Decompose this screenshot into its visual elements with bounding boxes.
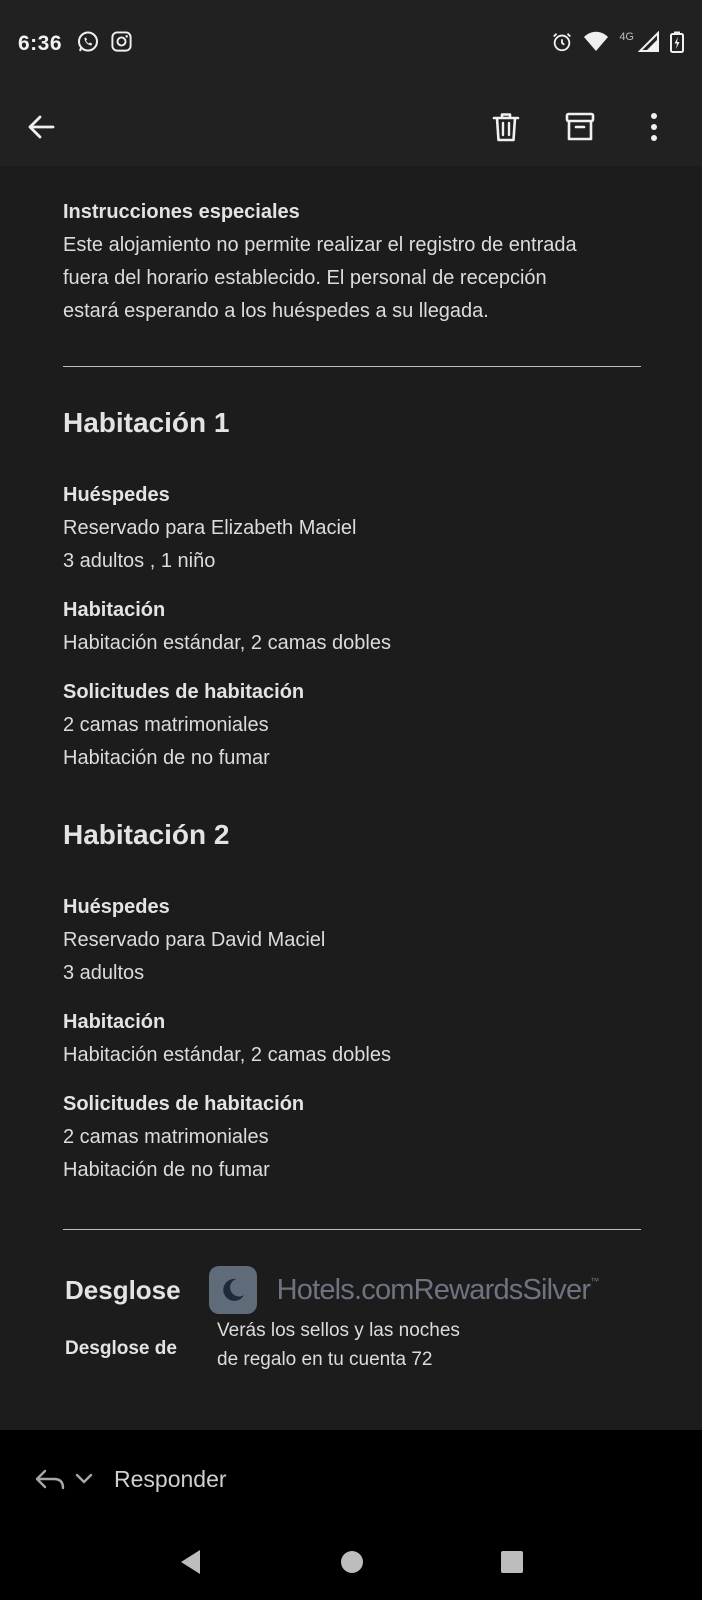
back-button[interactable]: [16, 101, 68, 153]
archive-button[interactable]: [554, 101, 606, 153]
room-type-block: Habitación Habitación estándar, 2 camas …: [63, 594, 641, 660]
recents-square-icon[interactable]: [500, 1550, 524, 1579]
signal-icon: [637, 30, 660, 58]
special-line: fuera del horario establecido. El person…: [63, 267, 547, 289]
requests-label: Solicitudes de habitación: [63, 681, 305, 703]
guests-label: Huéspedes: [63, 484, 170, 506]
wifi-icon: [583, 31, 609, 58]
guests-block: Huéspedes Reservado para Elizabeth Macie…: [63, 479, 641, 578]
special-instructions-label: Instrucciones especiales: [63, 201, 300, 223]
battery-icon: [670, 31, 684, 58]
chevron-down-icon: [75, 1473, 93, 1484]
room-type-block: Habitación Habitación estándar, 2 camas …: [63, 1006, 641, 1072]
reply-button[interactable]: Responder: [114, 1466, 227, 1493]
note-line: Verás los sellos y las noches: [217, 1320, 460, 1341]
more-vertical-icon: [651, 113, 657, 141]
special-line: estará esperando a los huéspedes a su ll…: [63, 300, 489, 322]
request-item: Habitación de no fumar: [63, 747, 270, 769]
guests-label: Huéspedes: [63, 896, 170, 918]
network-type: 4G: [619, 31, 634, 43]
room-type: Habitación estándar, 2 camas dobles: [63, 1044, 391, 1066]
room-type: Habitación estándar, 2 camas dobles: [63, 632, 391, 654]
room-label: Habitación: [63, 599, 166, 621]
breakdown-section: Desglose Hotels.comRewardsSilver™ Desglo…: [63, 1230, 641, 1390]
reply-options-button[interactable]: [34, 1468, 94, 1490]
status-right-icons: 4G: [551, 30, 684, 58]
reply-bar: Responder: [0, 1430, 702, 1528]
email-content: Instrucciones especiales Este alojamient…: [63, 196, 641, 1390]
status-left-icons: [76, 30, 133, 59]
whatsapp-icon: [76, 30, 100, 59]
rewards-text: Hotels.comRewardsSilver™: [276, 1273, 600, 1307]
trash-icon: [492, 113, 520, 142]
room-section: Habitación 2 Huéspedes Reservado para Da…: [63, 817, 641, 1187]
request-item: 2 camas matrimoniales: [63, 714, 269, 736]
special-instructions: Instrucciones especiales Este alojamient…: [63, 196, 641, 328]
requests-block: Solicitudes de habitación 2 camas matrim…: [63, 676, 641, 775]
request-item: Habitación de no fumar: [63, 1159, 270, 1181]
room-label: Habitación: [63, 1011, 166, 1033]
archive-icon: [565, 112, 595, 141]
more-options-button[interactable]: [628, 101, 680, 153]
room-title: Habitación 2: [63, 819, 230, 850]
special-instructions-text: Este alojamiento no permite realizar el …: [63, 229, 641, 328]
system-nav-bar: [0, 1528, 702, 1600]
guests-block: Huéspedes Reservado para David Maciel 3 …: [63, 891, 641, 990]
room-section: Habitación 1 Huéspedes Reservado para El…: [63, 405, 641, 775]
breakdown-header: Desglose Hotels.comRewardsSilver™: [65, 1266, 600, 1314]
reserved-for: Reservado para Elizabeth Maciel: [63, 517, 357, 539]
room-title: Habitación 1: [63, 407, 230, 438]
home-circle-icon[interactable]: [339, 1549, 365, 1580]
alarm-icon: [551, 31, 573, 58]
app-bar: [0, 88, 702, 166]
request-item: 2 camas matrimoniales: [63, 1126, 269, 1148]
breakdown-note: Verás los sellos y las noches de regalo …: [217, 1316, 517, 1374]
special-line: Este alojamiento no permite realizar el …: [63, 234, 577, 256]
rewards-name: Hotels.comRewardsSilver: [276, 1273, 591, 1306]
email-body[interactable]: Instrucciones especiales Este alojamient…: [0, 166, 702, 1430]
requests-block: Solicitudes de habitación 2 camas matrim…: [63, 1088, 641, 1187]
occupancy: 3 adultos , 1 niño: [63, 550, 216, 572]
breakdown-sub-label: Desglose de: [65, 1338, 177, 1359]
status-bar: 6:36 4G: [0, 0, 702, 88]
back-triangle-icon[interactable]: [178, 1548, 204, 1581]
note-line: de regalo en tu cuenta 72: [217, 1349, 433, 1370]
instagram-icon: [110, 30, 133, 58]
breakdown-title: Desglose: [65, 1274, 181, 1305]
reply-icon: [35, 1469, 65, 1490]
occupancy: 3 adultos: [63, 962, 145, 984]
reserved-for: Reservado para David Maciel: [63, 929, 326, 951]
trademark: ™: [590, 1275, 599, 1286]
divider: [63, 366, 641, 367]
moon-icon: [208, 1266, 257, 1314]
delete-button[interactable]: [480, 101, 532, 153]
rewards-logo: Hotels.comRewardsSilver™: [208, 1266, 600, 1314]
requests-label: Solicitudes de habitación: [63, 1093, 305, 1115]
status-time: 6:36: [18, 32, 63, 55]
arrow-back-icon: [28, 115, 55, 139]
